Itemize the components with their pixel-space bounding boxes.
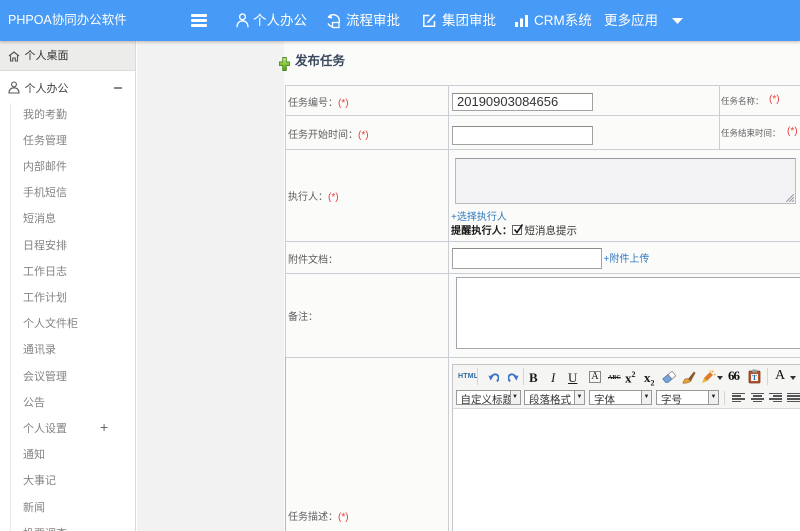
svg-text:T: T <box>752 374 757 382</box>
